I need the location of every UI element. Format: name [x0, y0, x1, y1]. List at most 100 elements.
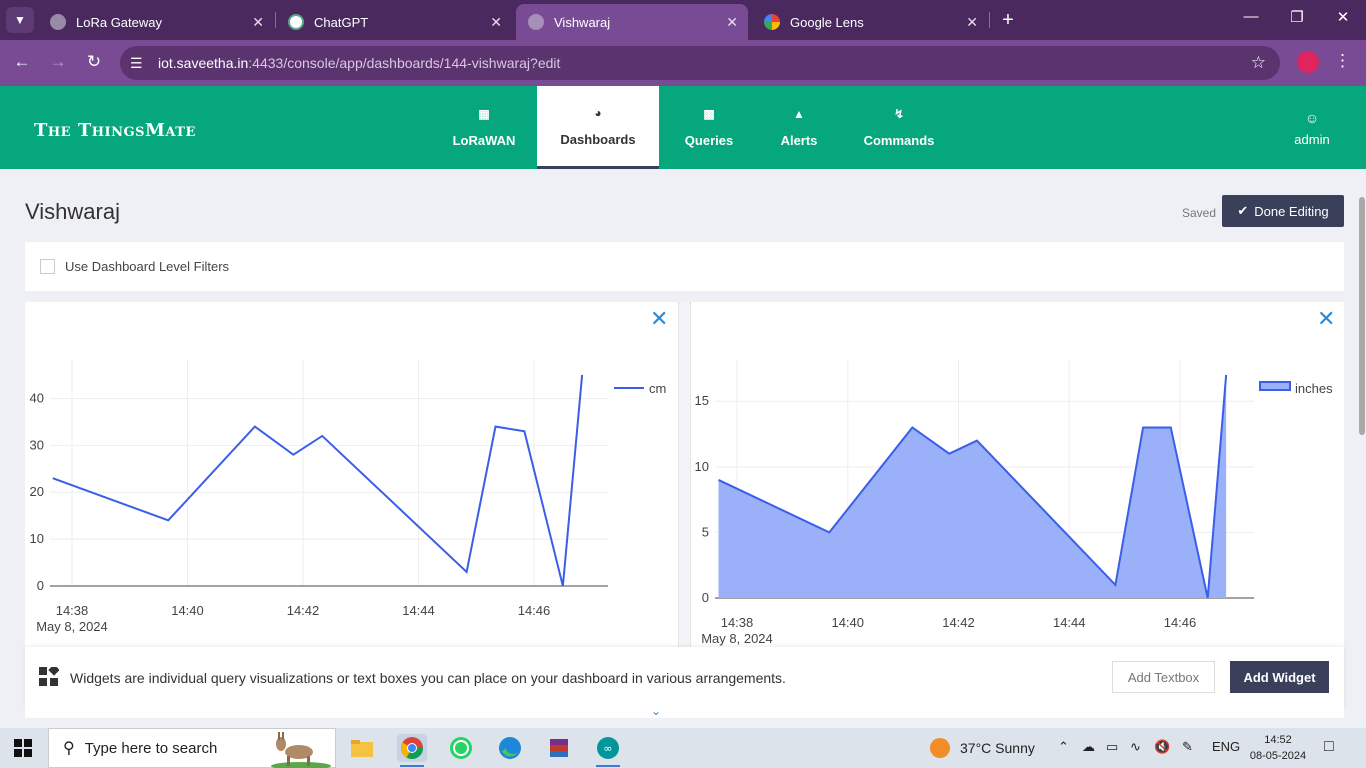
add-textbox-button[interactable]: Add Textbox	[1112, 661, 1215, 693]
globe-icon	[50, 14, 66, 30]
legend-label: cm	[649, 381, 666, 396]
x-tick-label: 14:42	[287, 603, 320, 618]
search-placeholder: Type here to search	[84, 739, 218, 757]
nav-lorawan[interactable]: ▦ LoRaWAN	[432, 86, 536, 169]
wifi-icon[interactable]: ∿	[1130, 739, 1141, 755]
arduino-icon[interactable]: ∞	[593, 734, 623, 767]
notifications-icon[interactable]: □	[1324, 738, 1334, 756]
taskbar-clock[interactable]: 14:52 08-05-2024	[1248, 732, 1308, 764]
next-widget-row: ⌄	[25, 704, 1344, 718]
profile-avatar[interactable]	[1297, 51, 1319, 73]
language-indicator[interactable]: ENG	[1212, 739, 1240, 754]
whatsapp-logo-icon	[450, 737, 472, 759]
tab-label: Google Lens	[790, 14, 864, 30]
nav-label: Alerts	[780, 133, 818, 148]
sun-icon	[930, 738, 950, 758]
dashboard-filters-label[interactable]: Use Dashboard Level Filters	[65, 259, 229, 274]
widgets-icon	[39, 667, 59, 686]
area-chart-inches: 0 5 10 15 14:38 14:40 14:42 14:44 14:46 May 8, 20…	[695, 360, 1333, 646]
close-icon[interactable]: ✕	[490, 14, 502, 31]
winrar-icon[interactable]	[544, 734, 574, 762]
tab-google-lens[interactable]: Google Lens ✕	[752, 4, 988, 40]
restore-button[interactable]: ❐	[1282, 8, 1312, 26]
done-editing-button[interactable]: ✔ Done Editing	[1222, 195, 1344, 227]
y-tick-label: 0	[37, 578, 44, 593]
close-icon[interactable]: ✕	[726, 14, 738, 31]
address-bar[interactable]: ☰ iot.saveetha.in:4433/console/app/dashb…	[120, 46, 1280, 80]
page-title[interactable]: Vishwaraj	[25, 199, 120, 225]
dashboard-filters-checkbox[interactable]	[40, 259, 55, 274]
chrome-icon[interactable]	[397, 734, 427, 767]
close-window-button[interactable]: ✕	[1328, 8, 1358, 26]
widget-inches-chart: ✕ 0 5 10 15 14:38 14:40 14:42 14:44 14:46 May 8, …	[691, 302, 1344, 647]
chatgpt-icon	[288, 14, 304, 30]
legend-label: inches	[1295, 381, 1333, 396]
new-tab-button[interactable]: +	[996, 8, 1020, 32]
forward-button[interactable]: →	[46, 52, 70, 72]
remove-widget-icon[interactable]: ✕	[1317, 306, 1335, 332]
y-tick-label: 10	[695, 459, 709, 474]
tab-label: ChatGPT	[314, 14, 369, 30]
whatsapp-icon[interactable]	[446, 734, 476, 762]
tab-lora-gateway[interactable]: LoRa Gateway ✕	[38, 4, 274, 40]
x-tick-label: 14:38	[721, 615, 754, 630]
nav-alerts[interactable]: ▲ Alerts	[764, 86, 834, 169]
nav-dashboards[interactable]: ◕ Dashboards	[537, 86, 659, 169]
cloud-offline-icon[interactable]: ☁	[1082, 739, 1095, 755]
taskbar-search-box[interactable]: ⚲ Type here to search	[48, 728, 336, 768]
minimize-button[interactable]: —	[1236, 8, 1266, 25]
add-widget-button[interactable]: Add Widget	[1230, 661, 1329, 693]
nav-label: Dashboards	[560, 131, 636, 147]
nav-commands[interactable]: ↯ Commands	[852, 86, 946, 169]
tab-separator	[989, 12, 990, 28]
donkey-search-highlight-icon	[271, 732, 331, 768]
y-tick-label: 30	[30, 437, 44, 452]
chevron-down-icon[interactable]: ⌄	[651, 704, 661, 718]
volume-muted-icon[interactable]: 🔇	[1154, 739, 1170, 755]
url-text: iot.saveetha.in:4433/console/app/dashboa…	[158, 55, 560, 71]
bookmark-star-icon[interactable]: ☆	[1251, 53, 1266, 73]
nav-label: Commands	[863, 133, 935, 148]
svg-text:∞: ∞	[603, 742, 612, 755]
tab-search-button[interactable]: ▼	[6, 7, 34, 33]
scrollbar-thumb[interactable]	[1359, 197, 1365, 435]
winrar-logo-icon	[550, 739, 568, 757]
y-tick-label: 15	[695, 393, 709, 408]
y-tick-label: 10	[30, 531, 44, 546]
close-icon[interactable]: ✕	[966, 14, 978, 31]
x-tick-label: 14:46	[1164, 615, 1197, 630]
network-icon: ▦	[478, 107, 490, 121]
windows-taskbar: ⚲ Type here to search ∞ 37°C Sunny ⌃ ☁ ▭…	[0, 728, 1366, 768]
user-name: admin	[1294, 132, 1330, 147]
app-logo[interactable]: The ThingsMate	[34, 120, 196, 141]
menu-kebab-icon[interactable]: ⋮	[1334, 51, 1351, 71]
app-header: The ThingsMate ▦ LoRaWAN ◕ Dashboards ▩ …	[0, 86, 1366, 169]
remove-widget-icon[interactable]: ✕	[650, 306, 668, 332]
browser-tabstrip: ▼ LoRa Gateway ✕ ChatGPT ✕ Vishwaraj ✕ G…	[0, 0, 1366, 40]
windows-start-icon[interactable]	[14, 739, 32, 757]
file-explorer-icon[interactable]	[347, 734, 377, 762]
url-host: iot.saveetha.in	[158, 55, 249, 71]
siren-icon: ▲	[793, 107, 805, 121]
battery-icon[interactable]: ▭	[1106, 739, 1118, 755]
reload-button[interactable]: ↻	[82, 52, 106, 72]
active-app-indicator	[596, 765, 620, 767]
google-lens-icon	[764, 14, 780, 30]
tab-vishwaraj[interactable]: Vishwaraj ✕	[516, 4, 748, 40]
pen-icon[interactable]: ✎	[1182, 739, 1193, 755]
x-tick-label: 14:40	[831, 615, 864, 630]
user-menu[interactable]: ☺ admin	[1290, 110, 1334, 147]
page-scrollbar[interactable]	[1358, 185, 1366, 710]
x-tick-label: 14:40	[171, 603, 204, 618]
search-icon: ⚲	[63, 740, 75, 757]
back-button[interactable]: ←	[10, 52, 34, 72]
close-icon[interactable]: ✕	[252, 14, 264, 31]
edge-icon[interactable]	[495, 734, 525, 762]
weather-widget[interactable]: 37°C Sunny	[930, 738, 1035, 758]
tab-chatgpt[interactable]: ChatGPT ✕	[276, 4, 512, 40]
weather-text: 37°C Sunny	[960, 740, 1035, 756]
url-path: :4433/console/app/dashboards/144-vishwar…	[248, 55, 561, 71]
site-info-icon[interactable]: ☰	[130, 55, 150, 72]
chevron-up-icon[interactable]: ⌃	[1058, 739, 1069, 755]
nav-queries[interactable]: ▩ Queries	[670, 86, 748, 169]
